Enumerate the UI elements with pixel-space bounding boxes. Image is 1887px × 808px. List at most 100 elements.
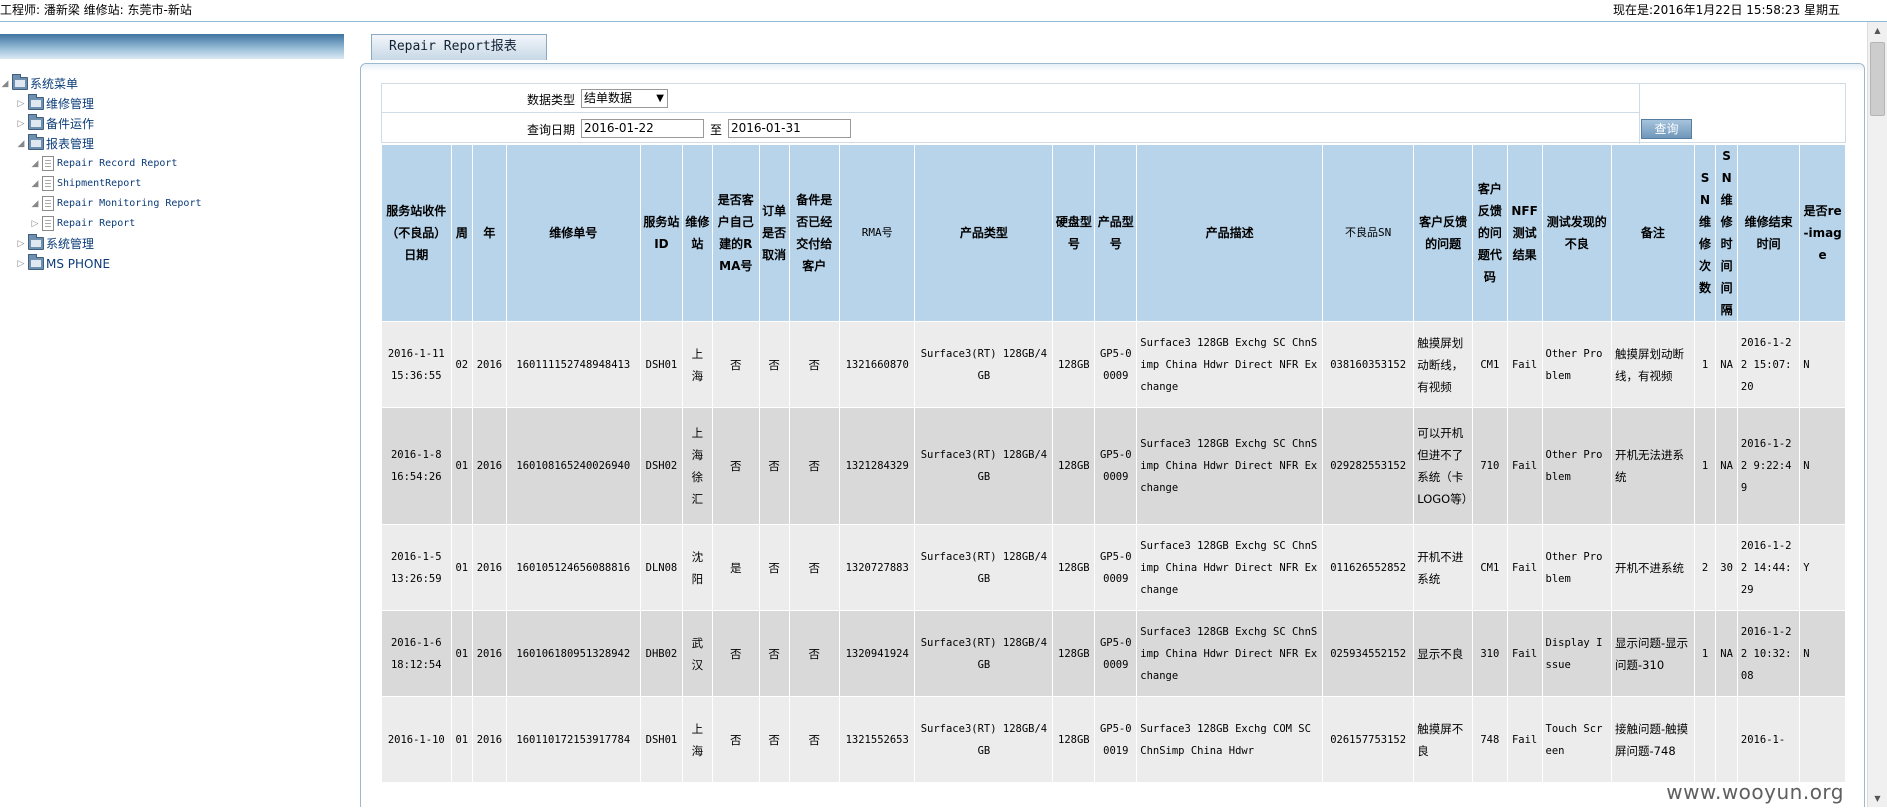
folder-icon: [12, 77, 28, 90]
table-cell: 2016-1-10: [382, 697, 452, 783]
table-cell: GP5-00009: [1095, 611, 1137, 697]
table-cell: 710: [1472, 408, 1507, 525]
table-cell: 否: [712, 697, 759, 783]
table-cell: 160111152748948413: [506, 322, 640, 408]
table-cell: 2016: [473, 322, 507, 408]
table-cell: CM1: [1472, 525, 1507, 611]
sidebar-node-label[interactable]: 系统菜单: [30, 74, 78, 94]
column-header: 是否re-image: [1800, 145, 1846, 322]
table-cell: 2016: [473, 408, 507, 525]
query-button[interactable]: 查询: [1641, 119, 1692, 139]
repair-report-table: 服务站收件（不良品）日期周年维修单号服务站ID维修站是否客户自己建的RMA号订单…: [381, 144, 1846, 783]
vertical-scrollbar[interactable]: ▲ ▼: [1867, 22, 1887, 807]
column-header: 服务站ID: [640, 145, 682, 322]
table-cell: NA: [1716, 408, 1738, 525]
table-cell: 否: [759, 322, 789, 408]
table-cell: 上海徐汇: [682, 408, 712, 525]
scroll-up-icon[interactable]: ▲: [1868, 22, 1887, 39]
table-cell: 2016-1-22 9:22:49: [1737, 408, 1799, 525]
expanded-icon[interactable]: ◢: [0, 79, 10, 89]
dropdown-arrow-icon: ▼: [656, 90, 664, 107]
table-cell: 011626552852: [1323, 525, 1414, 611]
expanded-icon[interactable]: ◢: [30, 199, 40, 209]
table-cell: 开机不进系统: [1612, 525, 1695, 611]
data-type-label: 数据类型: [527, 91, 575, 108]
sidebar-node[interactable]: ◢ Repair Record Report: [0, 154, 344, 174]
date-to-input[interactable]: 2016-01-31: [728, 119, 851, 138]
sidebar-node-label[interactable]: 维修管理: [46, 94, 94, 114]
sidebar-node-label[interactable]: MS PHONE: [46, 254, 110, 274]
table-cell: Fail: [1507, 525, 1542, 611]
table-cell: 1321660870: [839, 322, 915, 408]
table-cell: 否: [789, 611, 839, 697]
table-row[interactable]: 2016-1-10012016160110172153917784DSH01上海…: [382, 697, 1846, 783]
table-cell: Surface3 128GB Exchg SC ChnSimp China Hd…: [1137, 611, 1323, 697]
sidebar-node[interactable]: ▷ Repair Report: [0, 214, 344, 234]
table-cell: 1: [1694, 611, 1716, 697]
document-icon: [42, 216, 54, 231]
sidebar-node-label[interactable]: Repair Report: [57, 214, 135, 234]
table-cell: 触摸屏划动断线，有视频: [1414, 322, 1473, 408]
collapsed-icon[interactable]: ▷: [16, 239, 26, 249]
sidebar-node-label[interactable]: Repair Monitoring Report: [57, 194, 202, 214]
document-icon: [42, 196, 54, 211]
sidebar-node[interactable]: ◢ Repair Monitoring Report: [0, 194, 344, 214]
sidebar-node-label[interactable]: ShipmentReport: [57, 174, 141, 194]
column-header: 订单是否取消: [759, 145, 789, 322]
table-cell: GP5-00019: [1095, 697, 1137, 783]
sidebar-node-label[interactable]: 报表管理: [46, 134, 94, 154]
column-header: SN维修时间间隔: [1716, 145, 1738, 322]
column-header: 客户反馈的问题代码: [1472, 145, 1507, 322]
collapsed-icon[interactable]: ▷: [16, 119, 26, 129]
table-cell: [1694, 697, 1716, 783]
scroll-down-icon[interactable]: ▼: [1868, 790, 1887, 807]
table-row[interactable]: 2016-1-6 18:12:5401201616010618095132894…: [382, 611, 1846, 697]
table-cell: 2016: [473, 611, 507, 697]
sidebar-node[interactable]: ◢ ShipmentReport: [0, 174, 344, 194]
sidebar-node-label[interactable]: 系统管理: [46, 234, 94, 254]
table-cell: Fail: [1507, 697, 1542, 783]
table-cell: Y: [1800, 525, 1846, 611]
folder-icon: [28, 137, 44, 150]
table-cell: 2016-1-8 16:54:26: [382, 408, 452, 525]
table-cell: 128GB: [1053, 322, 1095, 408]
table-cell: 否: [789, 408, 839, 525]
table-cell: 开机不进系统: [1414, 525, 1473, 611]
table-row[interactable]: 2016-1-8 16:54:2601201616010816524002694…: [382, 408, 1846, 525]
expanded-icon[interactable]: ◢: [16, 139, 26, 149]
table-cell: Surface3(RT) 128GB/4GB: [915, 697, 1053, 783]
expanded-icon[interactable]: ◢: [30, 159, 40, 169]
date-from-input[interactable]: 2016-01-22: [581, 119, 704, 138]
sidebar-node[interactable]: ▷ 系统管理: [0, 234, 344, 254]
expanded-icon[interactable]: ◢: [30, 179, 40, 189]
user-station-info: 工程师: 潘新梁 维修站: 东莞市-新站: [0, 1, 192, 18]
sidebar-node[interactable]: ◢ 报表管理: [0, 134, 344, 154]
column-header: 维修站: [682, 145, 712, 322]
collapsed-icon[interactable]: ▷: [16, 259, 26, 269]
tab-repair-report[interactable]: Repair Report报表: [371, 34, 547, 60]
sidebar-node[interactable]: ◢ 系统菜单: [0, 74, 344, 94]
table-cell: 上海: [682, 322, 712, 408]
sidebar-node-label[interactable]: Repair Record Report: [57, 154, 177, 174]
folder-icon: [28, 97, 44, 110]
top-status-bar: 工程师: 潘新梁 维修站: 东莞市-新站 现在是:2016年1月22日 15:5…: [0, 0, 1887, 22]
table-header-row: 服务站收件（不良品）日期周年维修单号服务站ID维修站是否客户自己建的RMA号订单…: [382, 145, 1846, 322]
table-cell: Fail: [1507, 408, 1542, 525]
table-cell: 128GB: [1053, 697, 1095, 783]
table-cell: GP5-00009: [1095, 322, 1137, 408]
table-cell: 可以开机但进不了系统（卡LOGO等）: [1414, 408, 1473, 525]
table-row[interactable]: 2016-1-5 13:26:5901201616010512465608881…: [382, 525, 1846, 611]
sidebar-node[interactable]: ▷ MS PHONE: [0, 254, 344, 274]
report-table-wrapper: 服务站收件（不良品）日期周年维修单号服务站ID维修站是否客户自己建的RMA号订单…: [381, 144, 1846, 808]
collapsed-icon[interactable]: ▷: [16, 99, 26, 109]
table-cell: 029282553152: [1323, 408, 1414, 525]
collapsed-icon[interactable]: ▷: [30, 219, 40, 229]
sidebar-node[interactable]: ▷ 备件运作: [0, 114, 344, 134]
table-cell: 160110172153917784: [506, 697, 640, 783]
data-type-select[interactable]: 结单数据 ▼: [581, 89, 668, 108]
table-row[interactable]: 2016-1-11 15:36:550220161601111527489484…: [382, 322, 1846, 408]
sidebar-node-label[interactable]: 备件运作: [46, 114, 94, 134]
sidebar-node[interactable]: ▷ 维修管理: [0, 94, 344, 114]
scroll-thumb[interactable]: [1870, 42, 1885, 116]
table-cell: 1: [1694, 408, 1716, 525]
